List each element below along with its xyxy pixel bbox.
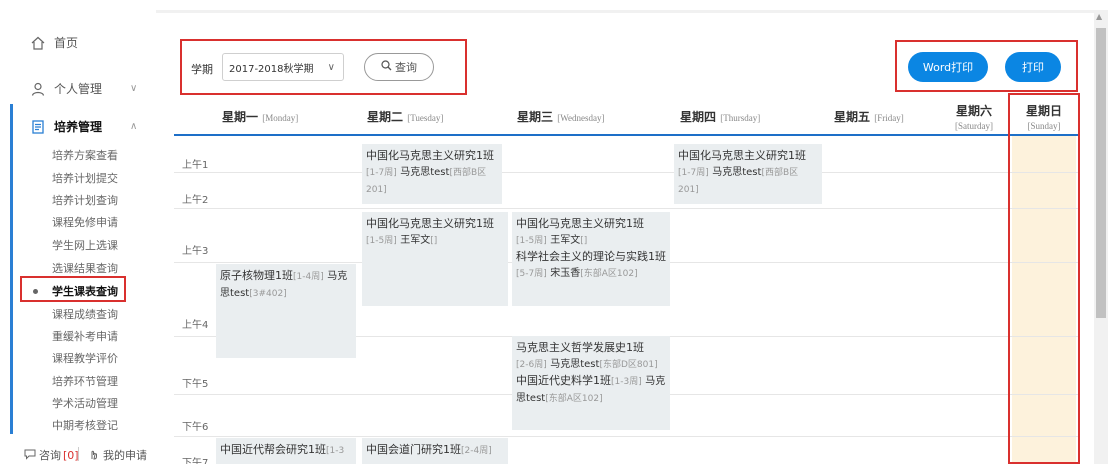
sidebar-item-home[interactable]: 首页 xyxy=(30,34,78,51)
sidebar-sub-item[interactable]: 课程教学评价 xyxy=(52,350,118,366)
term-select[interactable]: 2017-2018秋学期 ∨ xyxy=(222,53,344,81)
day-header-wednesday: 星期三 [Wednesday] xyxy=(517,110,605,124)
day-header-sunday: 星期日 [Sunday] xyxy=(1025,104,1062,131)
day-header-tuesday: 星期二 [Tuesday] xyxy=(367,110,444,124)
sidebar-item-label: 首页 xyxy=(54,36,79,50)
period-label: 下午6 xyxy=(182,422,209,433)
sidebar-sub-item[interactable]: 重缓补考申请 xyxy=(52,328,118,344)
sidebar-sub-item[interactable]: 培养环节管理 xyxy=(52,373,118,389)
sidebar-sub-item[interactable]: 培养计划查询 xyxy=(52,192,118,208)
print-button[interactable]: 打印 xyxy=(1005,52,1061,82)
course-block[interactable]: 中国化马克思主义研究1班 [1-5周] 王军文[] 科学社会主义的理论与实践1班… xyxy=(512,212,670,306)
active-section-indicator xyxy=(10,104,13,434)
sidebar-sub-item[interactable]: 课程成绩查询 xyxy=(52,306,118,322)
course-block[interactable]: 马克思主义哲学发展史1班 [2-6周] 马克思test[东部D区801] 中国近… xyxy=(512,336,670,430)
day-header-thursday: 星期四 [Thursday] xyxy=(680,110,761,124)
chevron-down-icon: ∨ xyxy=(130,83,138,94)
course-block[interactable]: 原子核物理1班[1-4周] 马克思test[3#402] xyxy=(216,264,356,358)
sidebar-sub-item[interactable]: 培养计划提交 xyxy=(52,170,118,186)
active-dot xyxy=(33,289,38,294)
search-icon xyxy=(381,60,392,74)
period-label: 上午4 xyxy=(182,320,209,331)
period-label: 下午5 xyxy=(182,379,209,390)
consult-link[interactable]: 咨询 [0] xyxy=(24,447,79,463)
course-block[interactable]: 中国近代帮会研究1班[1-3 xyxy=(216,438,356,464)
row-divider xyxy=(174,208,1078,209)
sidebar-sub-item[interactable]: 选课结果查询 xyxy=(52,260,118,276)
sidebar-sub-item[interactable]: 培养方案查看 xyxy=(52,147,118,163)
sidebar: 首页 个人管理 ∨ 培养管理 ∧ 培养方案查看 培养计划提交 培养计划查询 课程… xyxy=(0,0,150,464)
sunday-column xyxy=(1012,136,1076,464)
divider xyxy=(78,447,79,461)
course-block[interactable]: 中国化马克思主义研究1班 [1-5周] 王军文[] xyxy=(362,212,508,306)
home-icon xyxy=(30,35,46,51)
chevron-down-icon: ∨ xyxy=(327,62,335,73)
course-block[interactable]: 中国化马克思主义研究1班 [1-7周] 马克思test[西部B区201] xyxy=(362,144,502,204)
my-apply-link[interactable]: 我的申请 xyxy=(88,447,147,463)
search-button[interactable]: 查询 xyxy=(364,53,434,81)
scroll-up-icon[interactable]: ▲ xyxy=(1096,12,1102,21)
course-block[interactable]: 中国化马克思主义研究1班 [1-7周] 马克思test[西部B区201] xyxy=(674,144,822,204)
header-underline xyxy=(174,134,1078,136)
sidebar-sub-item-active[interactable]: 学生课表查询 xyxy=(52,283,118,299)
sidebar-item-personal[interactable]: 个人管理 ∨ xyxy=(30,80,137,97)
sidebar-item-label: 培养管理 xyxy=(54,120,103,134)
sidebar-sub-item[interactable]: 中期考核登记 xyxy=(52,417,118,433)
scrollbar-thumb[interactable] xyxy=(1096,28,1106,318)
period-label: 上午2 xyxy=(182,195,209,206)
document-icon xyxy=(30,119,46,135)
row-divider xyxy=(174,172,1078,173)
sidebar-sub-item[interactable]: 学生网上选课 xyxy=(52,237,118,253)
day-header-monday: 星期一 [Monday] xyxy=(222,110,299,124)
period-label: 上午3 xyxy=(182,246,209,257)
sidebar-item-training[interactable]: 培养管理 ∧ xyxy=(30,118,137,135)
day-header-saturday: 星期六 [Saturday] xyxy=(955,104,993,131)
chat-icon xyxy=(24,448,36,463)
user-icon xyxy=(30,81,46,97)
word-print-button[interactable]: Word打印 xyxy=(908,52,988,82)
sidebar-sub-item[interactable]: 学术活动管理 xyxy=(52,395,118,411)
hand-icon xyxy=(88,448,100,463)
day-header-friday: 星期五 [Friday] xyxy=(834,110,904,124)
course-block[interactable]: 中国会道门研究1班[2-4周] xyxy=(362,438,508,464)
term-label: 学期 xyxy=(191,63,213,76)
row-divider xyxy=(174,436,1078,437)
period-label: 上午1 xyxy=(182,160,209,171)
chevron-up-icon: ∧ xyxy=(130,121,138,132)
sidebar-sub-item[interactable]: 课程免修申请 xyxy=(52,214,118,230)
period-label: 下午7 xyxy=(182,458,209,464)
sidebar-item-label: 个人管理 xyxy=(54,82,103,96)
